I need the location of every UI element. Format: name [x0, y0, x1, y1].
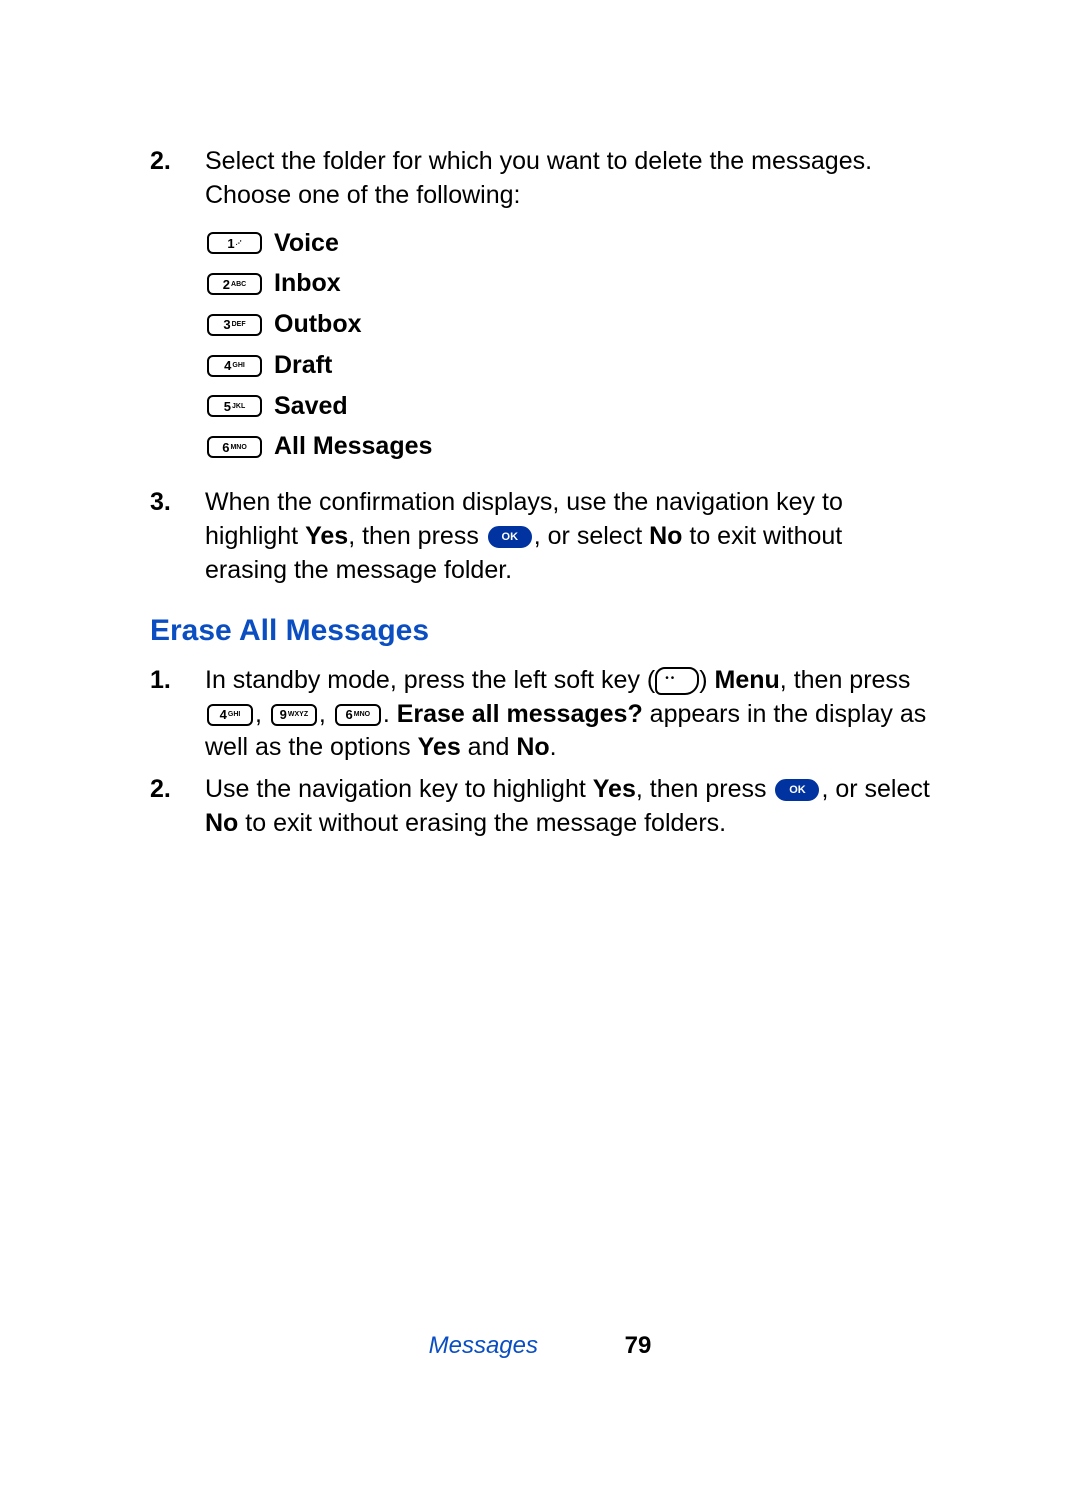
- key-2-icon: 2ABC: [207, 273, 262, 295]
- option-label: All Messages: [274, 430, 432, 464]
- option-outbox: 3DEF Outbox: [205, 308, 930, 342]
- key-5-icon: 5JKL: [207, 395, 262, 417]
- key-6-icon: 6MNO: [207, 436, 262, 458]
- key-1-icon: 1.-': [207, 232, 262, 254]
- key-4-icon: 4GHI: [207, 355, 262, 377]
- option-inbox: 2ABC Inbox: [205, 267, 930, 301]
- erase-question: Erase all messages?: [397, 700, 643, 728]
- no-label: No: [649, 522, 682, 550]
- key-9-icon: 9WXYZ: [271, 704, 317, 726]
- step-3: 3. When the confirmation displays, use t…: [150, 486, 930, 587]
- option-label: Saved: [274, 390, 348, 424]
- sec2-step-2: 2. Use the navigation key to highlight Y…: [150, 773, 930, 841]
- sec2-step-1: 1. In standby mode, press the left soft …: [150, 664, 930, 765]
- left-soft-key-icon: [655, 667, 699, 695]
- list-marker: 2.: [150, 145, 205, 478]
- ok-key-icon: OK: [775, 779, 819, 801]
- option-all-messages: 6MNO All Messages: [205, 430, 930, 464]
- step-2: 2. Select the folder for which you want …: [150, 145, 930, 478]
- keypad-option-list: 1.-' Voice 2ABC Inbox 3DEF Outbox 4GHI D…: [205, 227, 930, 465]
- no-label: No: [205, 809, 238, 837]
- key-6-icon: 6MNO: [335, 704, 381, 726]
- footer-page-number: 79: [625, 1332, 652, 1359]
- option-voice: 1.-' Voice: [205, 227, 930, 261]
- yes-label: Yes: [418, 733, 461, 761]
- page-footer: Messages 79: [150, 1330, 930, 1362]
- option-saved: 5JKL Saved: [205, 390, 930, 424]
- step-2-body: Select the folder for which you want to …: [205, 145, 930, 478]
- step-3-body: When the confirmation displays, use the …: [205, 486, 930, 587]
- option-label: Draft: [274, 349, 332, 383]
- footer-section-name: Messages: [429, 1332, 538, 1359]
- section-heading-erase-all: Erase All Messages: [150, 611, 930, 652]
- option-draft: 4GHI Draft: [205, 349, 930, 383]
- list-marker: 3.: [150, 486, 205, 587]
- yes-label: Yes: [593, 775, 636, 803]
- yes-label: Yes: [305, 522, 348, 550]
- menu-label: Menu: [715, 666, 780, 694]
- sec2-step-2-body: Use the navigation key to highlight Yes,…: [205, 773, 930, 841]
- ok-key-icon: OK: [488, 526, 532, 548]
- key-4-icon: 4GHI: [207, 704, 253, 726]
- list-marker: 2.: [150, 773, 205, 841]
- key-3-icon: 3DEF: [207, 314, 262, 336]
- option-label: Inbox: [274, 267, 341, 301]
- option-label: Outbox: [274, 308, 362, 342]
- option-label: Voice: [274, 227, 339, 261]
- no-label: No: [516, 733, 549, 761]
- manual-page: 2. Select the folder for which you want …: [0, 0, 1080, 1492]
- step-2-text: Select the folder for which you want to …: [205, 147, 872, 209]
- sec2-step-1-body: In standby mode, press the left soft key…: [205, 664, 930, 765]
- list-marker: 1.: [150, 664, 205, 765]
